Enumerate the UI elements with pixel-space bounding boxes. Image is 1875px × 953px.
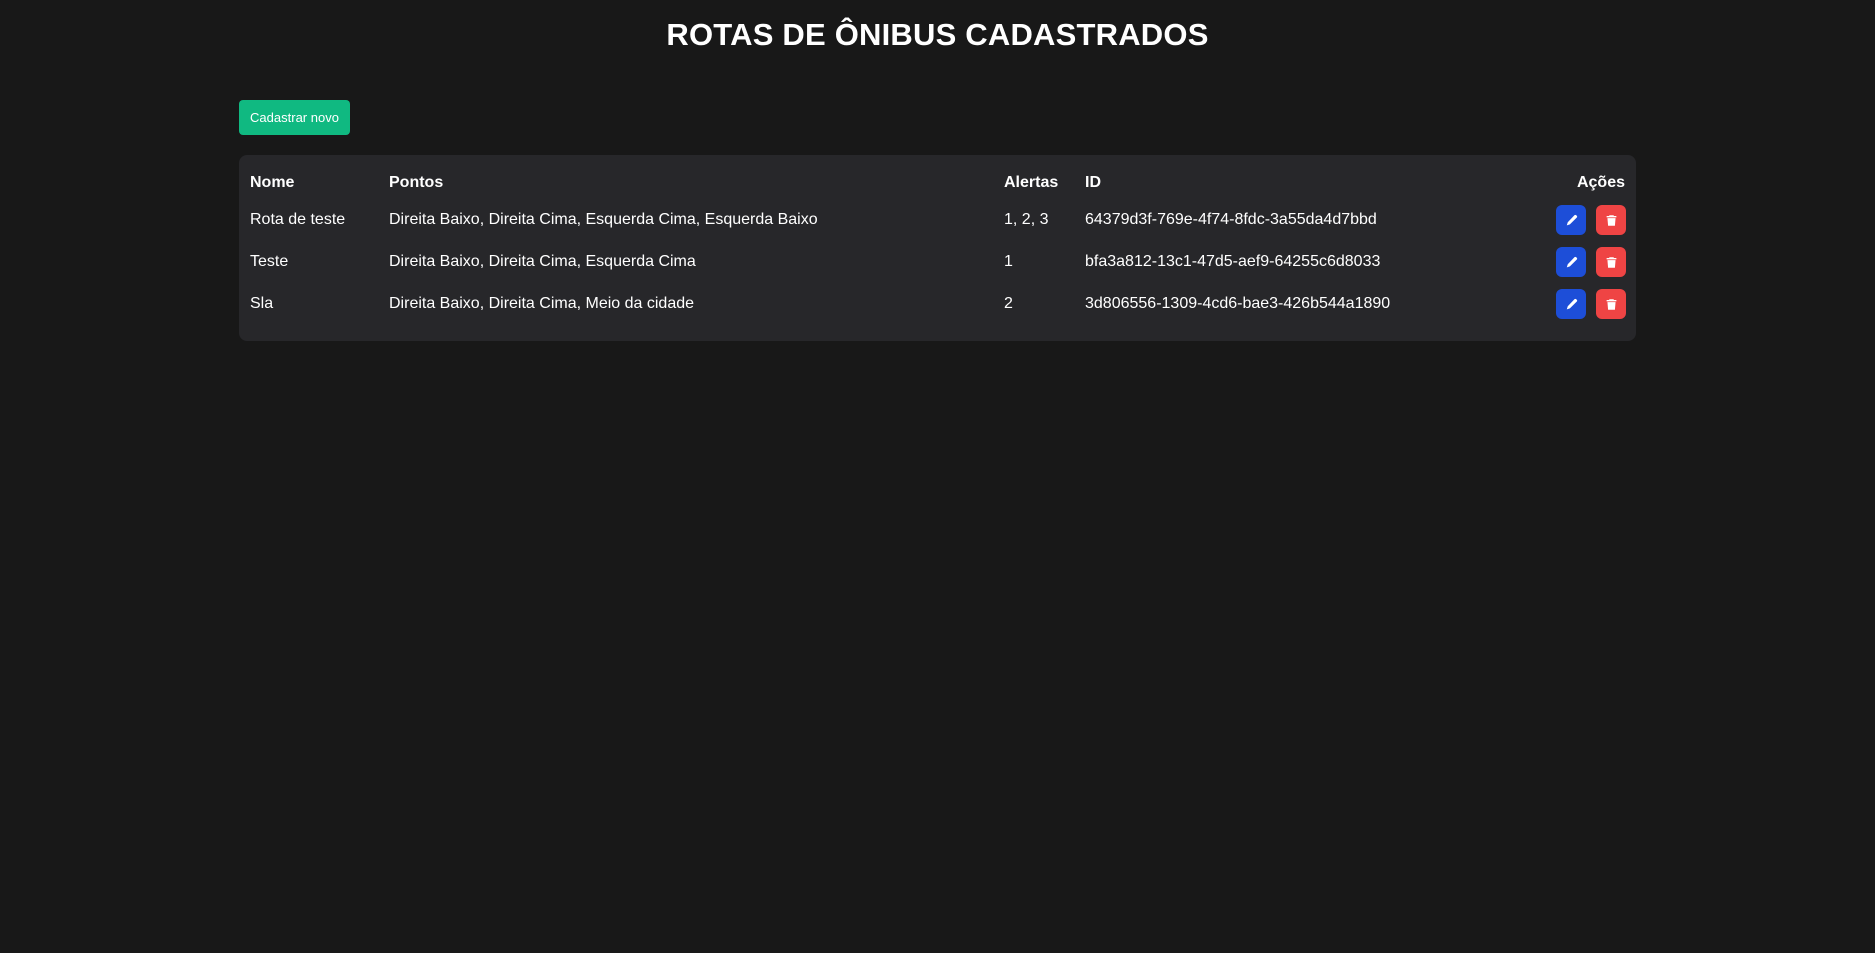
- header-nome: Nome: [250, 174, 295, 191]
- header-id: ID: [1085, 174, 1101, 191]
- cell-alertas: 1, 2, 3: [1004, 211, 1049, 228]
- pencil-icon: [1566, 256, 1577, 267]
- delete-button[interactable]: [1596, 289, 1626, 319]
- cell-nome: Teste: [250, 253, 289, 270]
- cadastrar-novo-button[interactable]: Cadastrar novo: [239, 100, 350, 135]
- delete-button[interactable]: [1596, 205, 1626, 235]
- pencil-icon: [1566, 298, 1577, 309]
- cell-id: 3d806556-1309-4cd6-bae3-426b544a1890: [1085, 295, 1391, 312]
- header-alertas: Alertas: [1004, 174, 1059, 191]
- edit-button[interactable]: [1556, 205, 1586, 235]
- trash-icon: [1606, 214, 1616, 226]
- trash-icon: [1606, 298, 1616, 310]
- cell-alertas: 1: [1004, 253, 1013, 270]
- edit-button[interactable]: [1556, 289, 1586, 319]
- table-row: Rota de teste Direita Baixo, Direita Cim…: [239, 199, 1636, 241]
- table-header: Nome Pontos Alertas ID Ações: [239, 162, 1636, 204]
- delete-button[interactable]: [1596, 247, 1626, 277]
- cell-pontos: Direita Baixo, Direita Cima, Esquerda Ci…: [389, 253, 696, 270]
- header-pontos: Pontos: [389, 174, 444, 191]
- routes-table: Nome Pontos Alertas ID Ações Rota de tes…: [239, 155, 1636, 341]
- edit-button[interactable]: [1556, 247, 1586, 277]
- trash-icon: [1606, 256, 1616, 268]
- header-acoes: Ações: [1576, 174, 1625, 191]
- cell-nome: Rota de teste: [250, 211, 346, 228]
- cell-id: bfa3a812-13c1-47d5-aef9-64255c6d8033: [1085, 253, 1381, 270]
- cell-nome: Sla: [250, 295, 274, 312]
- page-title: ROTAS DE ÔNIBUS CADASTRADOS: [666, 17, 1209, 52]
- cell-alertas: 2: [1004, 295, 1013, 312]
- cell-pontos: Direita Baixo, Direita Cima, Meio da cid…: [389, 295, 695, 312]
- table-row: Teste Direita Baixo, Direita Cima, Esque…: [239, 241, 1636, 283]
- cell-pontos: Direita Baixo, Direita Cima, Esquerda Ci…: [389, 211, 818, 228]
- table-row: Sla Direita Baixo, Direita Cima, Meio da…: [239, 283, 1636, 325]
- table-header-row: [239, 319, 1636, 361]
- cell-id: 64379d3f-769e-4f74-8fdc-3a55da4d7bbd: [1085, 211, 1377, 228]
- pencil-icon: [1566, 214, 1577, 225]
